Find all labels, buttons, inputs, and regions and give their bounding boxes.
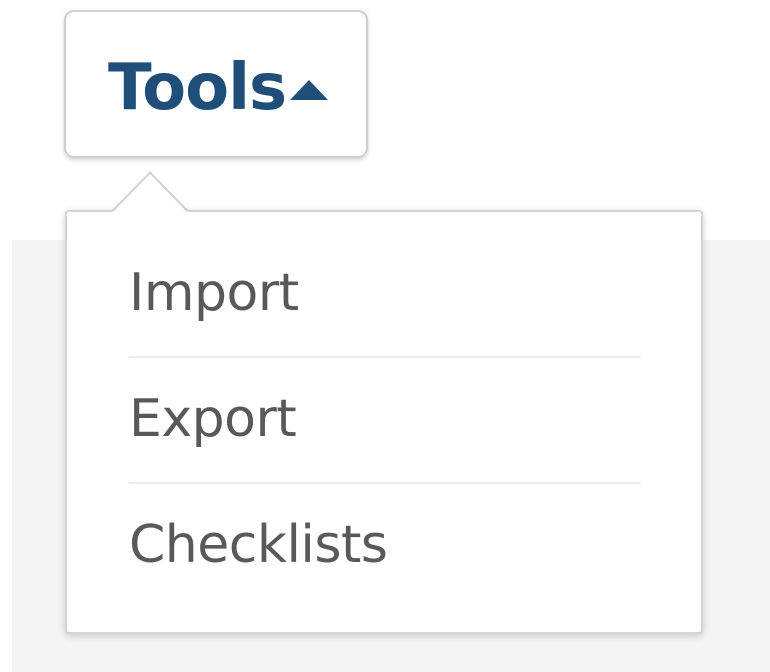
menu-item-label: Import	[129, 263, 299, 323]
tools-dropdown-menu: Import Export Checklists	[65, 210, 703, 634]
caret-up-icon	[290, 80, 328, 100]
menu-item-label: Export	[129, 389, 297, 449]
tools-dropdown-button[interactable]: Tools	[64, 10, 368, 158]
menu-item-export[interactable]: Export	[129, 358, 641, 484]
dropdown-menu-list: Import Export Checklists	[129, 232, 641, 610]
menu-item-label: Checklists	[129, 515, 388, 575]
tools-button-label: Tools	[108, 51, 287, 125]
menu-item-checklists[interactable]: Checklists	[129, 484, 641, 610]
menu-item-import[interactable]: Import	[129, 232, 641, 358]
dropdown-pointer	[112, 174, 188, 213]
